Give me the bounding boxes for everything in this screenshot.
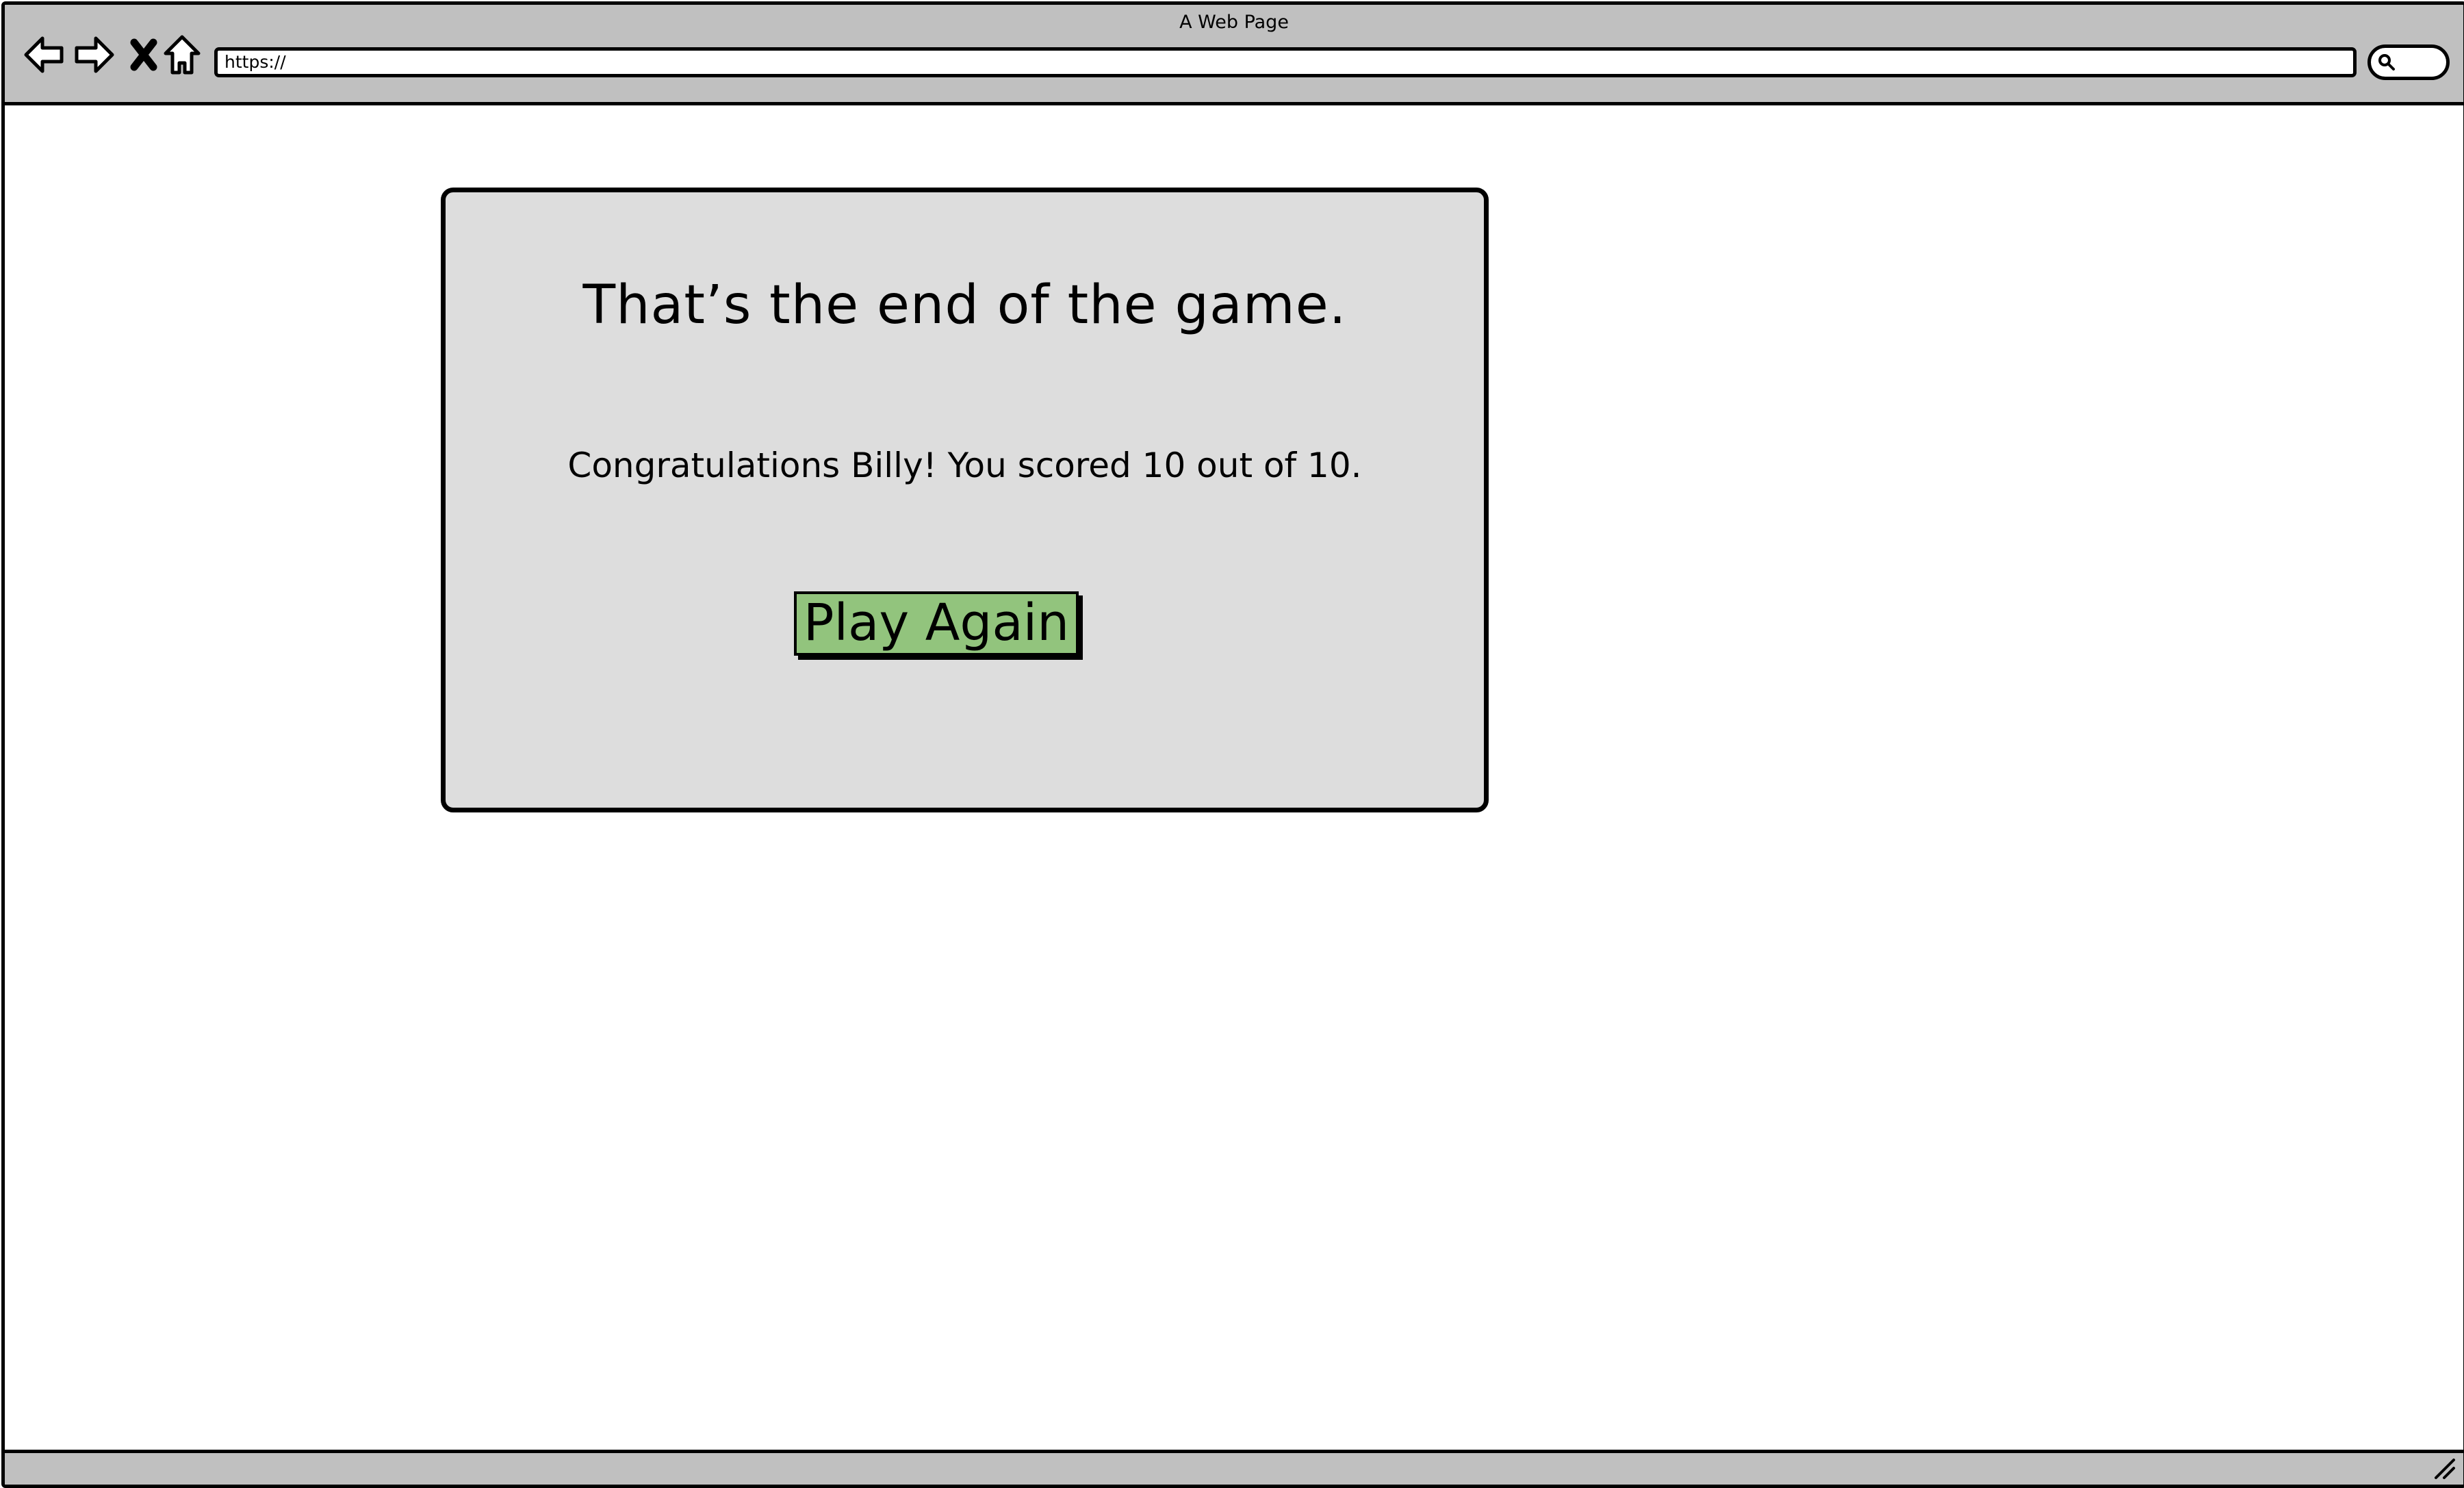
back-arrow-icon [24,36,64,73]
home-icon [164,35,201,75]
home-button[interactable] [159,32,205,77]
forward-button[interactable] [72,32,117,77]
play-again-button[interactable]: Play Again [794,591,1079,656]
score-message: Congratulations Billy! You scored 10 out… [567,446,1362,485]
address-bar[interactable]: https:// [214,47,2357,77]
forward-arrow-icon [75,36,114,73]
dialog-title: That’s the end of the game. [582,274,1347,336]
game-over-dialog: That’s the end of the game. Congratulati… [441,188,1489,812]
resize-grip-icon[interactable] [2433,1457,2456,1480]
close-icon [130,38,157,71]
browser-window: A Web Page https:// That’s the end of th… [1,1,2464,1488]
window-title: A Web Page [1179,12,1289,33]
search-button[interactable] [2367,44,2450,80]
back-button[interactable] [21,32,66,77]
status-bar [5,1450,2463,1485]
browser-toolbar: A Web Page https:// [5,5,2463,105]
search-icon [2378,54,2395,70]
